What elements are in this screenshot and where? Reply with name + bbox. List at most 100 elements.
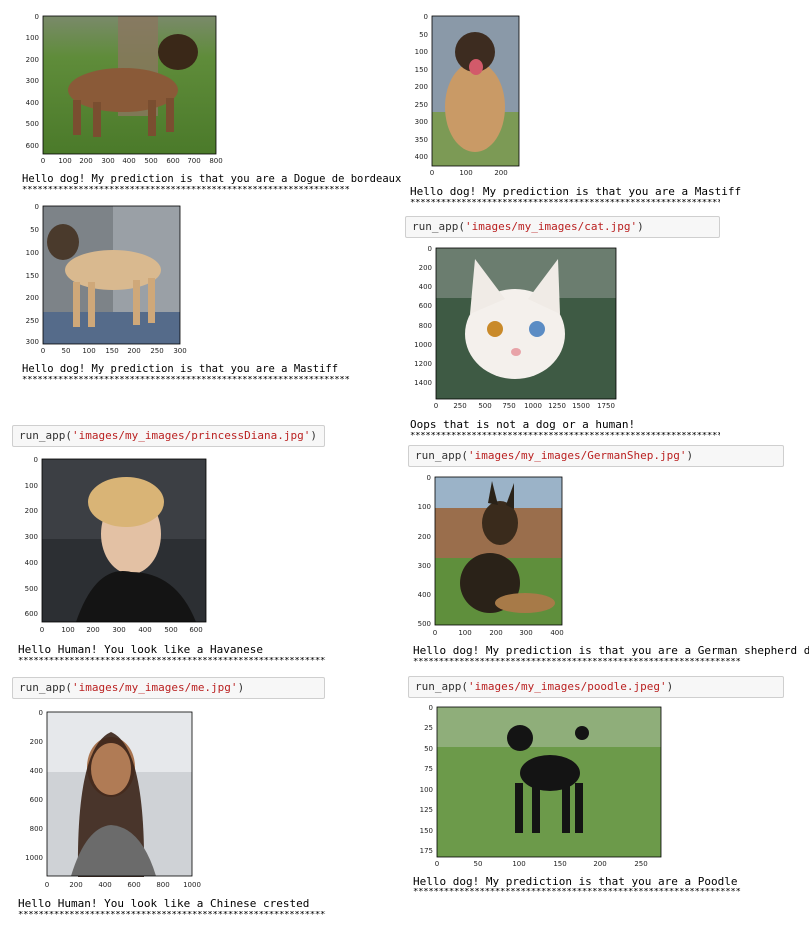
code-function: run_app( <box>412 220 465 233</box>
code-input-cell[interactable]: run_app('images/my_images/poodle.jpeg') <box>408 676 784 698</box>
svg-text:125: 125 <box>420 806 433 814</box>
svg-text:100: 100 <box>25 482 38 490</box>
svg-text:0: 0 <box>429 704 433 712</box>
svg-text:0: 0 <box>430 169 434 177</box>
svg-text:100: 100 <box>459 169 472 177</box>
separator-stars: ****************************************… <box>18 657 326 665</box>
svg-text:75: 75 <box>424 765 433 773</box>
code-string-arg: 'images/my_images/princessDiana.jpg' <box>71 429 311 442</box>
code-input-cell[interactable]: run_app('images/my_images/cat.jpg') <box>405 216 720 238</box>
code-input-cell[interactable]: run_app('images/my_images/princessDiana.… <box>12 425 325 447</box>
svg-text:700: 700 <box>187 157 200 165</box>
code-close-paren: ) <box>666 680 674 693</box>
svg-text:1500: 1500 <box>572 402 590 410</box>
svg-text:250: 250 <box>453 402 466 410</box>
separator-stars: ****************************************… <box>410 432 720 440</box>
svg-text:100: 100 <box>26 34 39 42</box>
svg-text:600: 600 <box>166 157 179 165</box>
svg-text:400: 400 <box>25 559 38 567</box>
output-text: Hello Human! You look like a Havanese <box>18 643 264 656</box>
y-ticks: 0 100 200 300 400 500 600 <box>26 13 39 150</box>
svg-text:0: 0 <box>39 709 43 717</box>
svg-text:750: 750 <box>502 402 515 410</box>
svg-text:800: 800 <box>156 881 169 889</box>
separator-stars: ****************************************… <box>22 186 350 194</box>
mastiff-standing-photo: 0 50 100 150 200 250 300 0 50 100 150 20… <box>26 203 187 355</box>
svg-text:1750: 1750 <box>597 402 615 410</box>
svg-text:800: 800 <box>209 157 222 165</box>
svg-text:200: 200 <box>30 738 43 746</box>
x-ticks: 0 100 200 <box>430 169 508 177</box>
svg-text:100: 100 <box>458 629 471 637</box>
woman-portrait-photo: 0 100 200 300 400 500 600 0 100 200 300 … <box>25 456 207 634</box>
svg-text:250: 250 <box>150 347 163 355</box>
svg-text:500: 500 <box>144 157 157 165</box>
svg-text:150: 150 <box>105 347 118 355</box>
svg-text:500: 500 <box>418 620 431 628</box>
svg-text:200: 200 <box>419 264 432 272</box>
svg-text:300: 300 <box>519 629 532 637</box>
output-text: Hello Human! You look like a Chinese cre… <box>18 897 310 910</box>
svg-text:1000: 1000 <box>183 881 201 889</box>
code-function: run_app( <box>415 449 468 462</box>
svg-text:300: 300 <box>26 77 39 85</box>
svg-text:400: 400 <box>415 153 428 161</box>
svg-text:150: 150 <box>553 860 566 868</box>
svg-text:400: 400 <box>26 99 39 107</box>
y-ticks: 0 50 100 150 200 250 300 350 400 <box>415 13 428 161</box>
svg-text:1000: 1000 <box>524 402 542 410</box>
svg-text:100: 100 <box>512 860 525 868</box>
code-input-cell[interactable]: run_app('images/my_images/GermanShep.jpg… <box>408 445 784 467</box>
code-function: run_app( <box>19 681 72 694</box>
output-text: Hello dog! My prediction is that you are… <box>413 875 738 888</box>
svg-text:150: 150 <box>415 66 428 74</box>
svg-text:500: 500 <box>164 626 177 634</box>
separator-stars: ****************************************… <box>18 911 326 919</box>
svg-text:0: 0 <box>424 13 428 21</box>
svg-text:600: 600 <box>419 302 432 310</box>
output-text: Hello dog! My prediction is that you are… <box>410 185 742 198</box>
code-string-arg: 'images/my_images/GermanShep.jpg' <box>467 449 687 462</box>
svg-text:200: 200 <box>418 533 431 541</box>
svg-text:600: 600 <box>30 796 43 804</box>
x-ticks: 0 50 100 150 200 250 <box>435 860 648 868</box>
svg-text:1250: 1250 <box>548 402 566 410</box>
svg-text:300: 300 <box>418 562 431 570</box>
svg-text:150: 150 <box>26 272 39 280</box>
svg-text:500: 500 <box>26 120 39 128</box>
svg-text:50: 50 <box>62 347 71 355</box>
svg-text:0: 0 <box>35 203 39 211</box>
svg-text:200: 200 <box>26 294 39 302</box>
svg-text:500: 500 <box>478 402 491 410</box>
image-plot-mastiff-1: 0 100 200 0 50 100 150 200 250 300 350 4… <box>410 12 530 184</box>
svg-text:50: 50 <box>419 31 428 39</box>
image-plot-dogue: 0 100 200 300 400 500 600 700 800 0 100 … <box>18 12 228 170</box>
x-ticks: 0 100 200 300 400 500 600 700 800 <box>41 157 223 165</box>
woman-selfie-photo: 0 200 400 600 800 1000 0 200 400 600 800… <box>25 709 201 889</box>
svg-text:350: 350 <box>415 136 428 144</box>
svg-text:400: 400 <box>30 767 43 775</box>
image-plot-mastiff-2: 0 50 100 150 200 250 300 0 50 100 150 20… <box>18 202 193 360</box>
image-plot-diana: 0 100 200 300 400 500 600 0 100 200 300 … <box>16 454 216 638</box>
svg-text:200: 200 <box>489 629 502 637</box>
svg-text:100: 100 <box>415 48 428 56</box>
svg-text:100: 100 <box>418 503 431 511</box>
output-text: Hello dog! My prediction is that you are… <box>22 363 339 375</box>
svg-text:100: 100 <box>420 786 433 794</box>
svg-text:0: 0 <box>435 860 439 868</box>
svg-text:50: 50 <box>474 860 483 868</box>
separator-stars: ****************************************… <box>413 888 741 896</box>
svg-text:0: 0 <box>41 347 45 355</box>
svg-text:100: 100 <box>82 347 95 355</box>
svg-text:400: 400 <box>138 626 151 634</box>
code-string-arg: 'images/my_images/cat.jpg' <box>464 220 638 233</box>
svg-text:600: 600 <box>189 626 202 634</box>
svg-text:400: 400 <box>98 881 111 889</box>
x-ticks: 0 200 400 600 800 1000 <box>45 881 201 889</box>
code-input-cell[interactable]: run_app('images/my_images/me.jpg') <box>12 677 325 699</box>
code-close-paren: ) <box>310 429 318 442</box>
svg-text:200: 200 <box>593 860 606 868</box>
svg-text:250: 250 <box>634 860 647 868</box>
svg-text:0: 0 <box>35 13 39 21</box>
x-ticks: 0 250 500 750 1000 1250 1500 1750 <box>434 402 615 410</box>
